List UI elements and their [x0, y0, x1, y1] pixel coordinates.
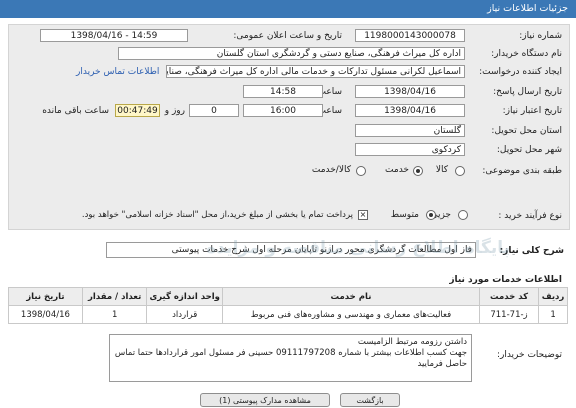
- cell-service-name: فعالیت‌های معماری و مهندسی و مشاوره‌های …: [221, 305, 480, 324]
- col-unit: واحد اندازه گیری: [146, 287, 223, 306]
- province-label: استان محل تحویل:: [491, 126, 562, 136]
- buyer-contact-link[interactable]: اطلاعات تماس خریدار: [76, 67, 159, 77]
- col-service-name: نام خدمت: [221, 287, 480, 306]
- col-need-date: تاریخ نیاز: [8, 287, 83, 306]
- category-label: طبقه بندی موضوعی:: [482, 166, 562, 176]
- reply-date-field[interactable]: 1398/04/16: [355, 85, 465, 98]
- process-label: نوع فرآیند خرید :: [498, 211, 562, 221]
- city-field[interactable]: کردکوی: [355, 143, 465, 156]
- buyer-notes-line: جهت کسب اطلاعات بیشتر با شماره 091117972…: [114, 348, 467, 358]
- cell-service-code: ز-71-711: [478, 305, 540, 324]
- col-quantity: تعداد / مقدار: [81, 287, 148, 306]
- buyer-label: نام دستگاه خریدار:: [491, 49, 562, 59]
- page-header: جزئیات اطلاعات نیاز: [0, 0, 576, 18]
- process-option-medium: متوسط: [390, 210, 419, 220]
- category-radio-service[interactable]: [413, 166, 423, 176]
- back-button[interactable]: بازگشت: [340, 393, 400, 407]
- services-section-title: اطلاعات خدمات مورد نیاز: [449, 275, 562, 285]
- cell-quantity: 1: [81, 305, 148, 324]
- treasury-note: پرداخت تمام یا بخشی از مبلغ خرید،از محل …: [81, 210, 353, 220]
- need-number-field[interactable]: 1198000143000078: [355, 29, 465, 42]
- col-service-code: کد خدمت: [478, 287, 540, 306]
- page-title: جزئیات اطلاعات نیاز: [487, 3, 568, 14]
- days-field[interactable]: 0: [189, 104, 239, 117]
- view-attachments-button[interactable]: مشاهده مدارک پیوستی (1): [200, 393, 330, 407]
- need-number-label: شماره نیاز:: [519, 31, 562, 41]
- process-radio-medium[interactable]: [426, 210, 436, 220]
- watermark: پایگاه اطلاع رسانی مناقصه و مزایده: [206, 238, 510, 258]
- cell-row: 1: [538, 305, 568, 324]
- buyer-notes-field[interactable]: داشتن رزومه مرتبط الزامیست جهت کسب اطلاع…: [109, 334, 472, 382]
- remaining-label: ساعت باقی مانده: [42, 106, 109, 116]
- creator-label: ایجاد کننده درخواست:: [479, 67, 562, 77]
- validity-date-field[interactable]: 1398/04/16: [355, 104, 465, 117]
- announce-label: تاریخ و ساعت اعلان عمومی:: [233, 31, 342, 41]
- category-radio-goods[interactable]: [455, 166, 465, 176]
- validity-time-field[interactable]: 16:00: [243, 104, 323, 117]
- process-radio-minor[interactable]: [458, 210, 468, 220]
- reply-deadline-label: تاریخ ارسال پاسخ:: [493, 87, 562, 97]
- creator-field[interactable]: اسماعیل لکرانی مسئول تدارکات و خدمات مال…: [166, 65, 465, 78]
- announce-datetime-field[interactable]: 1398/04/16 - 14:59: [40, 29, 188, 42]
- buyer-notes-line: حاصل فرمایید: [417, 359, 468, 369]
- validity-label: تاریخ اعتبار نیاز:: [502, 106, 562, 116]
- buyer-field[interactable]: اداره کل میراث فرهنگی، صنایع دستی و گردش…: [118, 47, 465, 60]
- category-option-goods: کالا: [435, 165, 448, 175]
- footer-bar: مشاهده مدارک پیوستی (1) بازگشت: [0, 393, 576, 407]
- services-header-row: تاریخ نیاز تعداد / مقدار واحد اندازه گیر…: [8, 287, 568, 306]
- treasury-checkbox[interactable]: ×: [358, 210, 368, 220]
- buyer-notes-label: توضیحات خریدار:: [496, 350, 562, 360]
- province-field[interactable]: گلستان: [355, 124, 465, 137]
- table-row[interactable]: 1398/04/16 1 قرارداد فعالیت‌های معماری و…: [8, 305, 568, 324]
- category-option-goods-service: کالا/خدمت: [311, 165, 351, 175]
- city-label: شهر محل تحویل:: [496, 145, 562, 155]
- days-label: روز و: [164, 106, 185, 116]
- col-row: ردیف: [538, 287, 568, 306]
- reply-time-field[interactable]: 14:58: [243, 85, 323, 98]
- buyer-notes-line: داشتن رزومه مرتبط الزامیست: [357, 337, 467, 347]
- cell-unit: قرارداد: [146, 305, 223, 324]
- cell-need-date: 1398/04/16: [8, 305, 83, 324]
- services-table: تاریخ نیاز تعداد / مقدار واحد اندازه گیر…: [8, 287, 568, 324]
- category-radio-goods-service[interactable]: [356, 166, 366, 176]
- remaining-time-field: 00:47:49: [115, 104, 160, 117]
- category-option-service: خدمت: [385, 165, 409, 175]
